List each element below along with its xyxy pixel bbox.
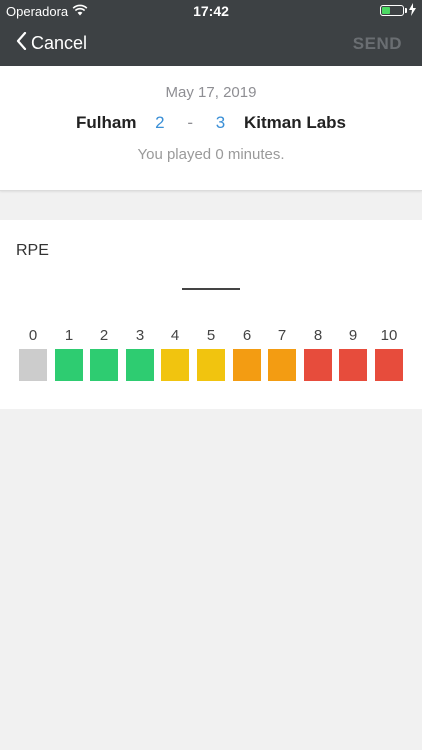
chevron-left-icon xyxy=(16,31,27,55)
cancel-button[interactable]: Cancel xyxy=(16,31,88,55)
charging-bolt-icon xyxy=(409,3,416,19)
minutes-played: You played 0 minutes. xyxy=(137,146,285,163)
rpe-scale-number: 1 xyxy=(64,327,74,344)
rpe-option-3[interactable] xyxy=(126,349,154,381)
rpe-scale-number: 10 xyxy=(380,327,398,344)
rpe-card: RPE 0 1 2 3 4 5 6 7 8 9 10 xyxy=(0,220,422,409)
rpe-option-4[interactable] xyxy=(161,349,189,381)
rpe-scale-number: 6 xyxy=(242,327,252,344)
rpe-scale-number: 7 xyxy=(277,327,287,344)
score-separator: - xyxy=(187,113,194,132)
rpe-scale-number: 5 xyxy=(206,327,216,344)
rpe-scale-number: 8 xyxy=(313,327,323,344)
rpe-option-6[interactable] xyxy=(233,349,261,381)
send-button[interactable]: SEND xyxy=(353,34,402,54)
rpe-option-10[interactable] xyxy=(375,349,403,381)
rpe-option-1[interactable] xyxy=(55,349,83,381)
match-date: May 17, 2019 xyxy=(165,84,257,101)
away-score: 3 xyxy=(215,113,226,132)
score-row: Fulham 2 - 3 Kitman Labs xyxy=(0,113,422,133)
rpe-label: RPE xyxy=(16,242,49,259)
home-score: 2 xyxy=(155,113,165,132)
rpe-option-9[interactable] xyxy=(339,349,367,381)
home-team: Fulham xyxy=(75,113,137,132)
rpe-scale-number: 2 xyxy=(99,327,109,344)
battery-level xyxy=(382,7,390,14)
rpe-option-7[interactable] xyxy=(268,349,296,381)
rpe-scale-number: 4 xyxy=(170,327,180,344)
away-team: Kitman Labs xyxy=(243,113,347,132)
rpe-option-0[interactable] xyxy=(19,349,47,381)
cancel-label: Cancel xyxy=(31,33,88,53)
rpe-scale-number: 9 xyxy=(348,327,358,344)
battery-tip xyxy=(405,8,407,13)
rpe-selected-value xyxy=(182,274,240,290)
status-bar: Operadora 17:42 xyxy=(0,0,422,22)
rpe-scale-number: 3 xyxy=(135,327,145,344)
rpe-option-5[interactable] xyxy=(197,349,225,381)
rpe-scale-number: 0 xyxy=(28,327,38,344)
navigation-bar: Cancel SEND xyxy=(0,22,422,66)
rpe-option-8[interactable] xyxy=(304,349,332,381)
match-card: May 17, 2019 Fulham 2 - 3 Kitman Labs Yo… xyxy=(0,66,422,191)
status-time: 17:42 xyxy=(193,3,229,19)
rpe-option-2[interactable] xyxy=(90,349,118,381)
battery-icon xyxy=(380,5,404,16)
